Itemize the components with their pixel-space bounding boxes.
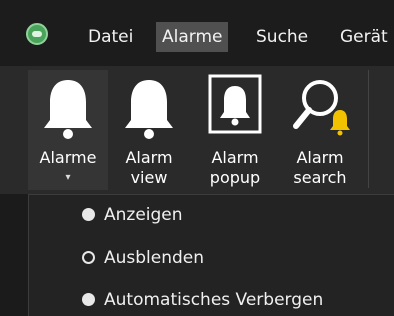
- alarm-popup-button[interactable]: Alarm popup: [196, 70, 274, 190]
- search-bell-icon: [293, 80, 350, 136]
- menu-geraet[interactable]: Gerät: [340, 22, 388, 52]
- alarm-search-label-line1: Alarm: [296, 148, 344, 167]
- alarm-search-button[interactable]: Alarm search: [280, 70, 360, 190]
- alarme-ribbon-button[interactable]: Alarme ▾: [28, 70, 108, 190]
- option-automatisches-verbergen-label: Automatisches Verbergen: [104, 290, 324, 310]
- menu-alarme[interactable]: Alarme: [156, 22, 229, 52]
- option-anzeigen-label: Anzeigen: [104, 205, 183, 225]
- bell-icon: [125, 80, 173, 139]
- alarm-popup-label-line2: popup: [209, 168, 261, 187]
- radio-unselected-icon: [82, 208, 95, 221]
- radio-selected-icon: [82, 251, 95, 264]
- alarm-view-label-line2: view: [130, 168, 168, 187]
- bell-popup-icon: [208, 74, 262, 134]
- alarme-button-label: Alarme: [39, 148, 97, 167]
- left-panel: [0, 194, 28, 316]
- bell-icon: [44, 80, 92, 139]
- alarm-view-button[interactable]: Alarm view: [110, 70, 188, 190]
- app-logo-icon[interactable]: [26, 23, 48, 45]
- ribbon-divider: [368, 70, 369, 188]
- alarm-view-label-line1: Alarm: [125, 148, 173, 167]
- menu-datei[interactable]: Datei: [88, 22, 133, 52]
- menu-suche[interactable]: Suche: [256, 22, 308, 52]
- radio-unselected-icon: [82, 293, 95, 306]
- alarm-search-label-line2: search: [293, 168, 347, 187]
- dropdown-arrow-icon: ▾: [65, 172, 71, 183]
- alarm-popup-label-line1: Alarm: [211, 148, 259, 167]
- option-ausblenden-label: Ausblenden: [104, 248, 205, 268]
